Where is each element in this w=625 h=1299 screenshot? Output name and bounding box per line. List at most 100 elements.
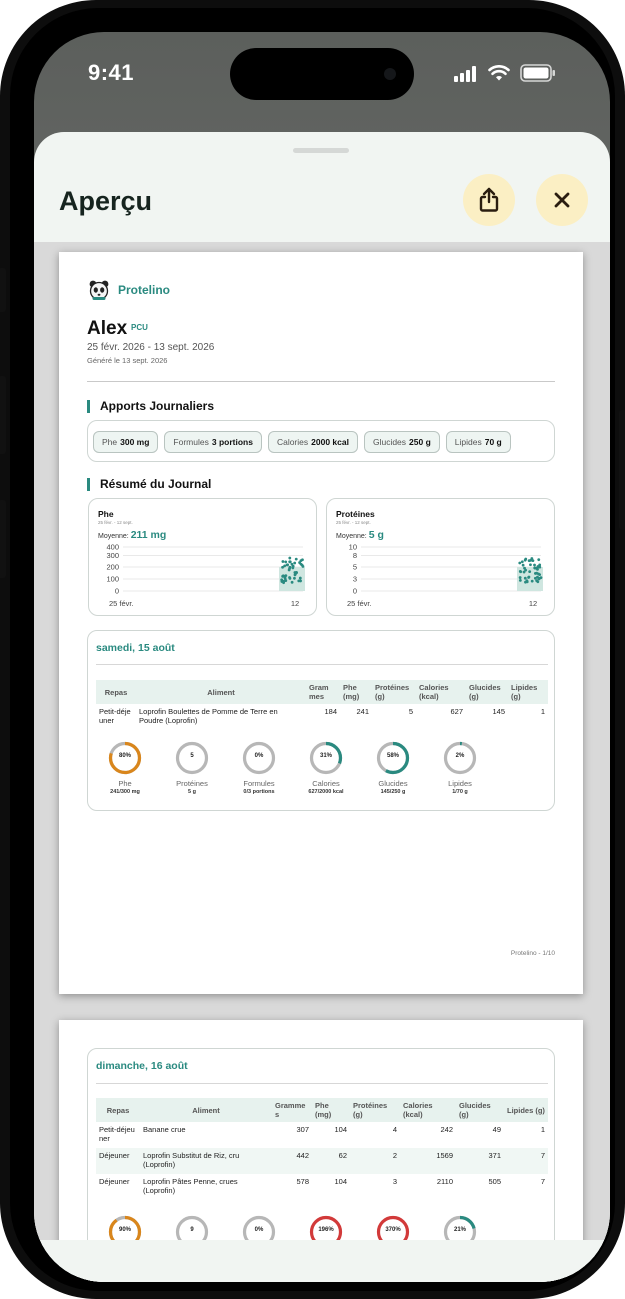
chart-point xyxy=(293,561,297,565)
wifi-icon xyxy=(488,65,510,81)
chart-point xyxy=(536,580,540,584)
chart-y-tick: 100 xyxy=(106,575,119,584)
table-cell-carbs: 49 xyxy=(492,1125,501,1134)
column-header: Repas xyxy=(96,1098,140,1122)
chart-point xyxy=(533,563,536,567)
table-cell-carbs: 145 xyxy=(492,707,505,716)
intake-chip-label: Formules xyxy=(173,437,209,447)
table-header-row: Repas Aliment Gramme s Phe (mg) Protéines (g… xyxy=(96,1098,548,1122)
table-row: Petit-déje uner Loprofin Boulettes de Pom… xyxy=(96,704,548,730)
table-cell-grams: 578 xyxy=(296,1177,309,1186)
intake-chip-value: 300 mg xyxy=(120,437,150,447)
patient-condition-tag: PCU xyxy=(131,323,148,332)
sheet-grabber[interactable] xyxy=(293,148,349,153)
table-cell-meal: Petit-déjeu ner xyxy=(99,1125,135,1143)
page-footer: Protelino - 1/10 xyxy=(510,950,555,957)
chart-point xyxy=(528,570,532,574)
intake-chip: Calories 2000 kcal xyxy=(267,431,358,453)
phone-bezel: 9:41 Aperçu Protelino Alex PCU 25 févr. … xyxy=(10,8,615,1291)
column-header: Repas xyxy=(96,680,136,704)
chart-average: Moyenne: 5 g xyxy=(336,529,384,541)
table-cell-fat: 1 xyxy=(540,707,545,716)
table-cell-protein: 3 xyxy=(392,1177,397,1186)
chart-point xyxy=(288,556,292,560)
table-cell-fat: 1 xyxy=(540,1125,545,1134)
chart-point xyxy=(518,561,522,565)
report-page-1: Protelino Alex PCU 25 févr. 2026 - 13 se… xyxy=(59,252,583,994)
column-header: Gram mes xyxy=(306,680,340,704)
ring-percent: 2% xyxy=(455,753,465,759)
daily-intake-chips: Phe 300 mg Formules 3 portions Calories 2000 … xyxy=(93,431,511,453)
progress-ring: 58% xyxy=(376,741,410,775)
chart-point xyxy=(537,558,541,562)
brand-name: Protelino xyxy=(118,283,171,297)
table-cell-calories: 2110 xyxy=(436,1177,453,1186)
table-cell-phe: 241 xyxy=(356,707,369,716)
chart-point xyxy=(284,579,288,582)
chart-point xyxy=(294,557,298,561)
chart-y-tick: 200 xyxy=(106,563,119,572)
phe-chart-card: Phe 25 févr. - 12 sept. Moyenne: 211 mg … xyxy=(88,498,317,616)
intake-chip: Lipides 70 g xyxy=(445,431,511,453)
close-icon xyxy=(554,192,570,208)
table-cell-food: Banane crue xyxy=(143,1125,186,1134)
chart-point xyxy=(288,576,292,580)
chart-point xyxy=(524,580,527,584)
intake-chip: Phe 300 mg xyxy=(93,431,159,453)
chart-point xyxy=(293,576,296,580)
chart-point xyxy=(534,566,538,570)
chart-average-label: Moyenne: xyxy=(336,533,367,540)
chart-point xyxy=(285,563,289,567)
column-header: Phe (mg) xyxy=(340,680,372,704)
table-cell-carbs: 505 xyxy=(488,1177,501,1186)
column-header: Aliment xyxy=(136,680,306,704)
column-header: Protéines (g) xyxy=(372,680,416,704)
share-button[interactable] xyxy=(463,174,515,226)
ring-value: 627/2000 kcal xyxy=(308,789,344,795)
ring-percent: 21% xyxy=(453,1227,466,1233)
ring-percent: 0% xyxy=(254,753,264,759)
ring-value: 145/250 g xyxy=(380,789,406,795)
table-cell-fat: 7 xyxy=(540,1177,545,1186)
chart-average: Moyenne: 211 mg xyxy=(98,529,166,541)
report-brand: Protelino xyxy=(89,280,170,300)
protein-chart: 10853025 févr. 12 xyxy=(347,543,543,608)
table-cell-protein: 5 xyxy=(408,707,413,716)
intake-chip-label: Calories xyxy=(276,437,309,447)
table-row: Petit-déjeu ner Banane crue 307 104 4 242 49 1 xyxy=(96,1122,548,1148)
chart-y-tick: 0 xyxy=(353,587,357,596)
ring-percent: 80% xyxy=(118,753,131,759)
close-button[interactable] xyxy=(536,174,588,226)
day-card: samedi, 15 août Repas Aliment Gram mes Phe … xyxy=(87,630,555,811)
chart-y-tick: 0 xyxy=(115,587,119,596)
chart-point xyxy=(301,558,304,562)
day-divider xyxy=(96,664,548,665)
battery-icon xyxy=(520,64,555,82)
chart-point xyxy=(523,566,526,570)
ring-percent: 0% xyxy=(254,1227,264,1233)
pdf-preview[interactable]: Protelino Alex PCU 25 févr. 2026 - 13 se… xyxy=(34,242,610,1282)
chart-point xyxy=(539,576,543,580)
intake-chip: Glucides 250 g xyxy=(363,431,440,453)
chart-x-tick: 25 févr. xyxy=(347,599,372,608)
chart-x-tick: 12 xyxy=(291,599,299,608)
chart-average-label: Moyenne: xyxy=(98,533,129,540)
chart-point xyxy=(281,560,285,563)
sheet-bottom-bar xyxy=(34,1240,610,1282)
status-bar: 9:41 xyxy=(34,32,610,122)
intake-chip-label: Phe xyxy=(102,437,118,447)
action-button xyxy=(0,268,6,312)
ring-label: Lipides xyxy=(448,779,472,788)
chart-point xyxy=(290,580,294,584)
table-cell-grams: 184 xyxy=(324,707,337,716)
table-cell-phe: 104 xyxy=(334,1125,347,1134)
day-title: dimanche, 16 août xyxy=(96,1060,188,1072)
chart-range: 25 févr. - 12 sept. xyxy=(336,520,371,525)
ring-label: Formules xyxy=(243,779,275,788)
column-header: Glucides (g) xyxy=(466,680,508,704)
chart-title: Protéines xyxy=(336,509,375,519)
chart-y-tick: 5 xyxy=(353,563,357,572)
chart-y-tick: 8 xyxy=(353,551,357,560)
header-divider xyxy=(87,381,555,382)
preview-sheet: Aperçu Protelino Alex PCU 25 févr. 2026 … xyxy=(34,132,610,1282)
